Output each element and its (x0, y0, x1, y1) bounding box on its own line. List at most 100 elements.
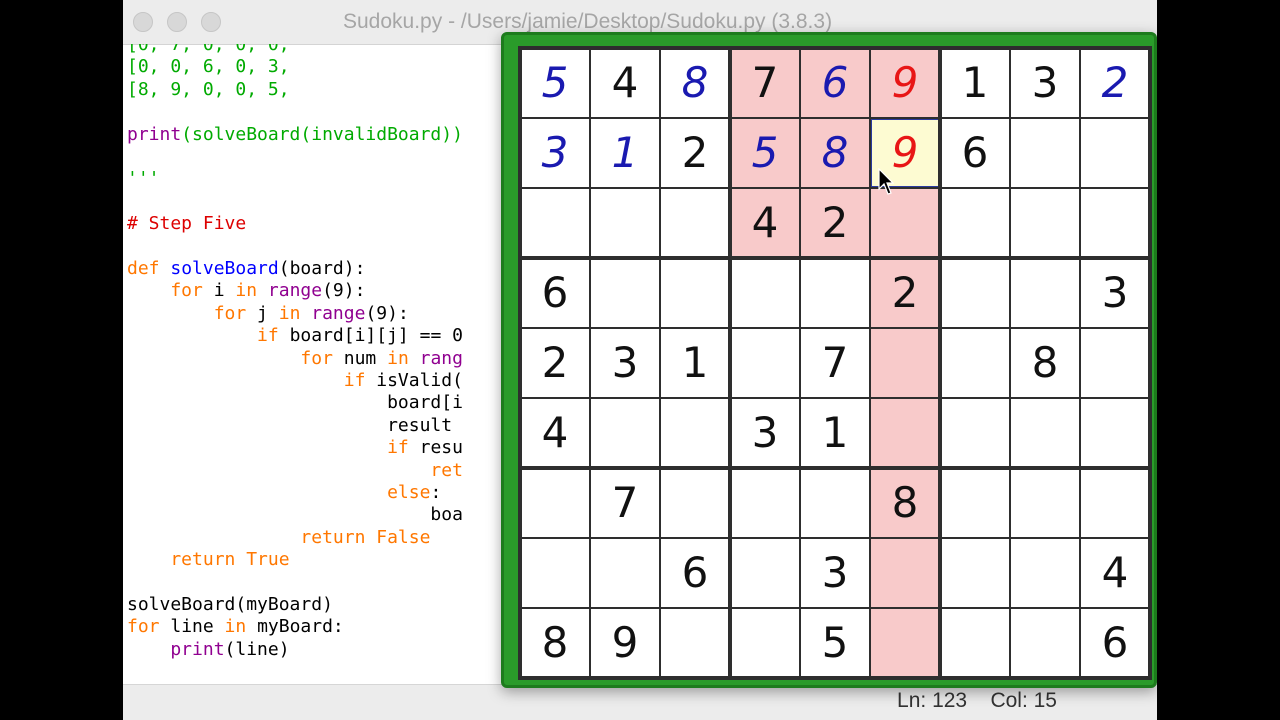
code-line: # Step Five (127, 213, 246, 235)
code-line: return False (127, 527, 430, 549)
sudoku-cell[interactable] (940, 188, 1010, 258)
sudoku-cell[interactable] (870, 538, 940, 608)
sudoku-cell[interactable] (940, 328, 1010, 398)
code-token: (board): (278, 258, 366, 279)
sudoku-cell[interactable]: 1 (940, 48, 1010, 118)
sudoku-cell[interactable] (800, 468, 870, 538)
sudoku-cell[interactable] (1080, 398, 1150, 468)
sudoku-cell[interactable]: 6 (940, 118, 1010, 188)
window-title: Sudoku.py - /Users/jamie/Desktop/Sudoku.… (343, 10, 833, 33)
sudoku-cell[interactable]: 1 (660, 328, 730, 398)
code-token: result (127, 414, 453, 436)
sudoku-cell[interactable] (660, 398, 730, 468)
sudoku-cell[interactable] (1010, 258, 1080, 328)
sudoku-cell[interactable]: 6 (800, 48, 870, 118)
sudoku-board[interactable]: 54876913231258964262323178431786348956 (518, 46, 1152, 680)
sudoku-cell[interactable] (940, 398, 1010, 468)
sudoku-cell[interactable]: 5 (520, 48, 590, 118)
sudoku-cell[interactable]: 7 (800, 328, 870, 398)
sudoku-cell[interactable] (660, 468, 730, 538)
sudoku-cell[interactable] (520, 538, 590, 608)
sudoku-cell[interactable] (870, 398, 940, 468)
sudoku-cell[interactable] (1010, 608, 1080, 678)
sudoku-cell[interactable]: 8 (870, 468, 940, 538)
sudoku-cell[interactable]: 7 (730, 48, 800, 118)
sudoku-cell[interactable] (1080, 468, 1150, 538)
minimize-button[interactable] (167, 12, 187, 32)
sudoku-cell[interactable] (800, 258, 870, 328)
sudoku-cell[interactable]: 2 (520, 328, 590, 398)
zoom-button[interactable] (201, 12, 221, 32)
sudoku-game-window[interactable]: 54876913231258964262323178431786348956 (501, 32, 1157, 688)
sudoku-cell[interactable] (1080, 118, 1150, 188)
sudoku-cell[interactable]: 3 (730, 398, 800, 468)
sudoku-cell[interactable] (1010, 188, 1080, 258)
sudoku-cell[interactable] (940, 468, 1010, 538)
sudoku-cell[interactable] (520, 468, 590, 538)
sudoku-cell[interactable] (870, 188, 940, 258)
sudoku-cell[interactable]: 5 (800, 608, 870, 678)
sudoku-cell[interactable]: 1 (590, 118, 660, 188)
sudoku-cell[interactable]: 4 (590, 48, 660, 118)
sudoku-cell[interactable] (1010, 118, 1080, 188)
sudoku-cell[interactable] (1010, 538, 1080, 608)
sudoku-cell[interactable] (940, 258, 1010, 328)
sudoku-cell[interactable] (1010, 398, 1080, 468)
sudoku-cell[interactable]: 6 (660, 538, 730, 608)
sudoku-cell[interactable]: 6 (1080, 608, 1150, 678)
sudoku-cell[interactable]: 6 (520, 258, 590, 328)
sudoku-cell[interactable]: 8 (660, 48, 730, 118)
sudoku-cell[interactable] (660, 258, 730, 328)
sudoku-cell[interactable]: 2 (870, 258, 940, 328)
sudoku-cell[interactable] (730, 468, 800, 538)
sudoku-cell[interactable]: 7 (590, 468, 660, 538)
sudoku-cell[interactable] (1080, 328, 1150, 398)
sudoku-cell[interactable] (1010, 468, 1080, 538)
close-button[interactable] (133, 12, 153, 32)
sudoku-cell[interactable] (1080, 188, 1150, 258)
sudoku-cell[interactable] (730, 258, 800, 328)
sudoku-cell[interactable] (730, 538, 800, 608)
sudoku-cell[interactable]: 1 (800, 398, 870, 468)
sudoku-cell[interactable]: 2 (660, 118, 730, 188)
sudoku-cell[interactable]: 4 (730, 188, 800, 258)
sudoku-cell[interactable]: 3 (590, 328, 660, 398)
sudoku-cell[interactable] (940, 538, 1010, 608)
code-token: board[i (127, 392, 463, 414)
sudoku-cell[interactable] (590, 188, 660, 258)
sudoku-cell[interactable] (940, 608, 1010, 678)
code-token: boa (127, 504, 463, 526)
code-token: for (127, 347, 344, 369)
sudoku-cell[interactable]: 3 (800, 538, 870, 608)
sudoku-cell[interactable] (590, 258, 660, 328)
code-token: solveBoard (170, 258, 279, 279)
sudoku-cell[interactable]: 4 (1080, 538, 1150, 608)
sudoku-cell[interactable] (590, 398, 660, 468)
sudoku-cell[interactable]: 2 (800, 188, 870, 258)
code-line: [0, 0, 6, 0, 3, (127, 56, 290, 78)
code-line: if board[i][j] == 0 (127, 325, 463, 347)
sudoku-cell[interactable]: 4 (520, 398, 590, 468)
code-line: if isValid( (127, 370, 463, 392)
code-token: range (267, 280, 323, 302)
sudoku-cell[interactable] (870, 608, 940, 678)
code-line: print(solveBoard(invalidBoard)) (127, 124, 463, 146)
sudoku-cell[interactable]: 9 (870, 48, 940, 118)
sudoku-cell[interactable] (730, 328, 800, 398)
code-token: if (127, 325, 290, 347)
sudoku-cell[interactable] (870, 328, 940, 398)
sudoku-cell[interactable]: 8 (800, 118, 870, 188)
sudoku-cell[interactable] (660, 188, 730, 258)
sudoku-cell[interactable] (520, 188, 590, 258)
sudoku-cell[interactable] (730, 608, 800, 678)
sudoku-cell[interactable]: 3 (520, 118, 590, 188)
sudoku-cell[interactable]: 8 (1010, 328, 1080, 398)
sudoku-cell[interactable]: 2 (1080, 48, 1150, 118)
sudoku-cell[interactable]: 8 (520, 608, 590, 678)
sudoku-cell[interactable] (660, 608, 730, 678)
sudoku-cell[interactable]: 5 (730, 118, 800, 188)
sudoku-cell[interactable]: 9 (590, 608, 660, 678)
sudoku-cell[interactable]: 3 (1010, 48, 1080, 118)
sudoku-cell[interactable] (590, 538, 660, 608)
sudoku-cell[interactable]: 3 (1080, 258, 1150, 328)
